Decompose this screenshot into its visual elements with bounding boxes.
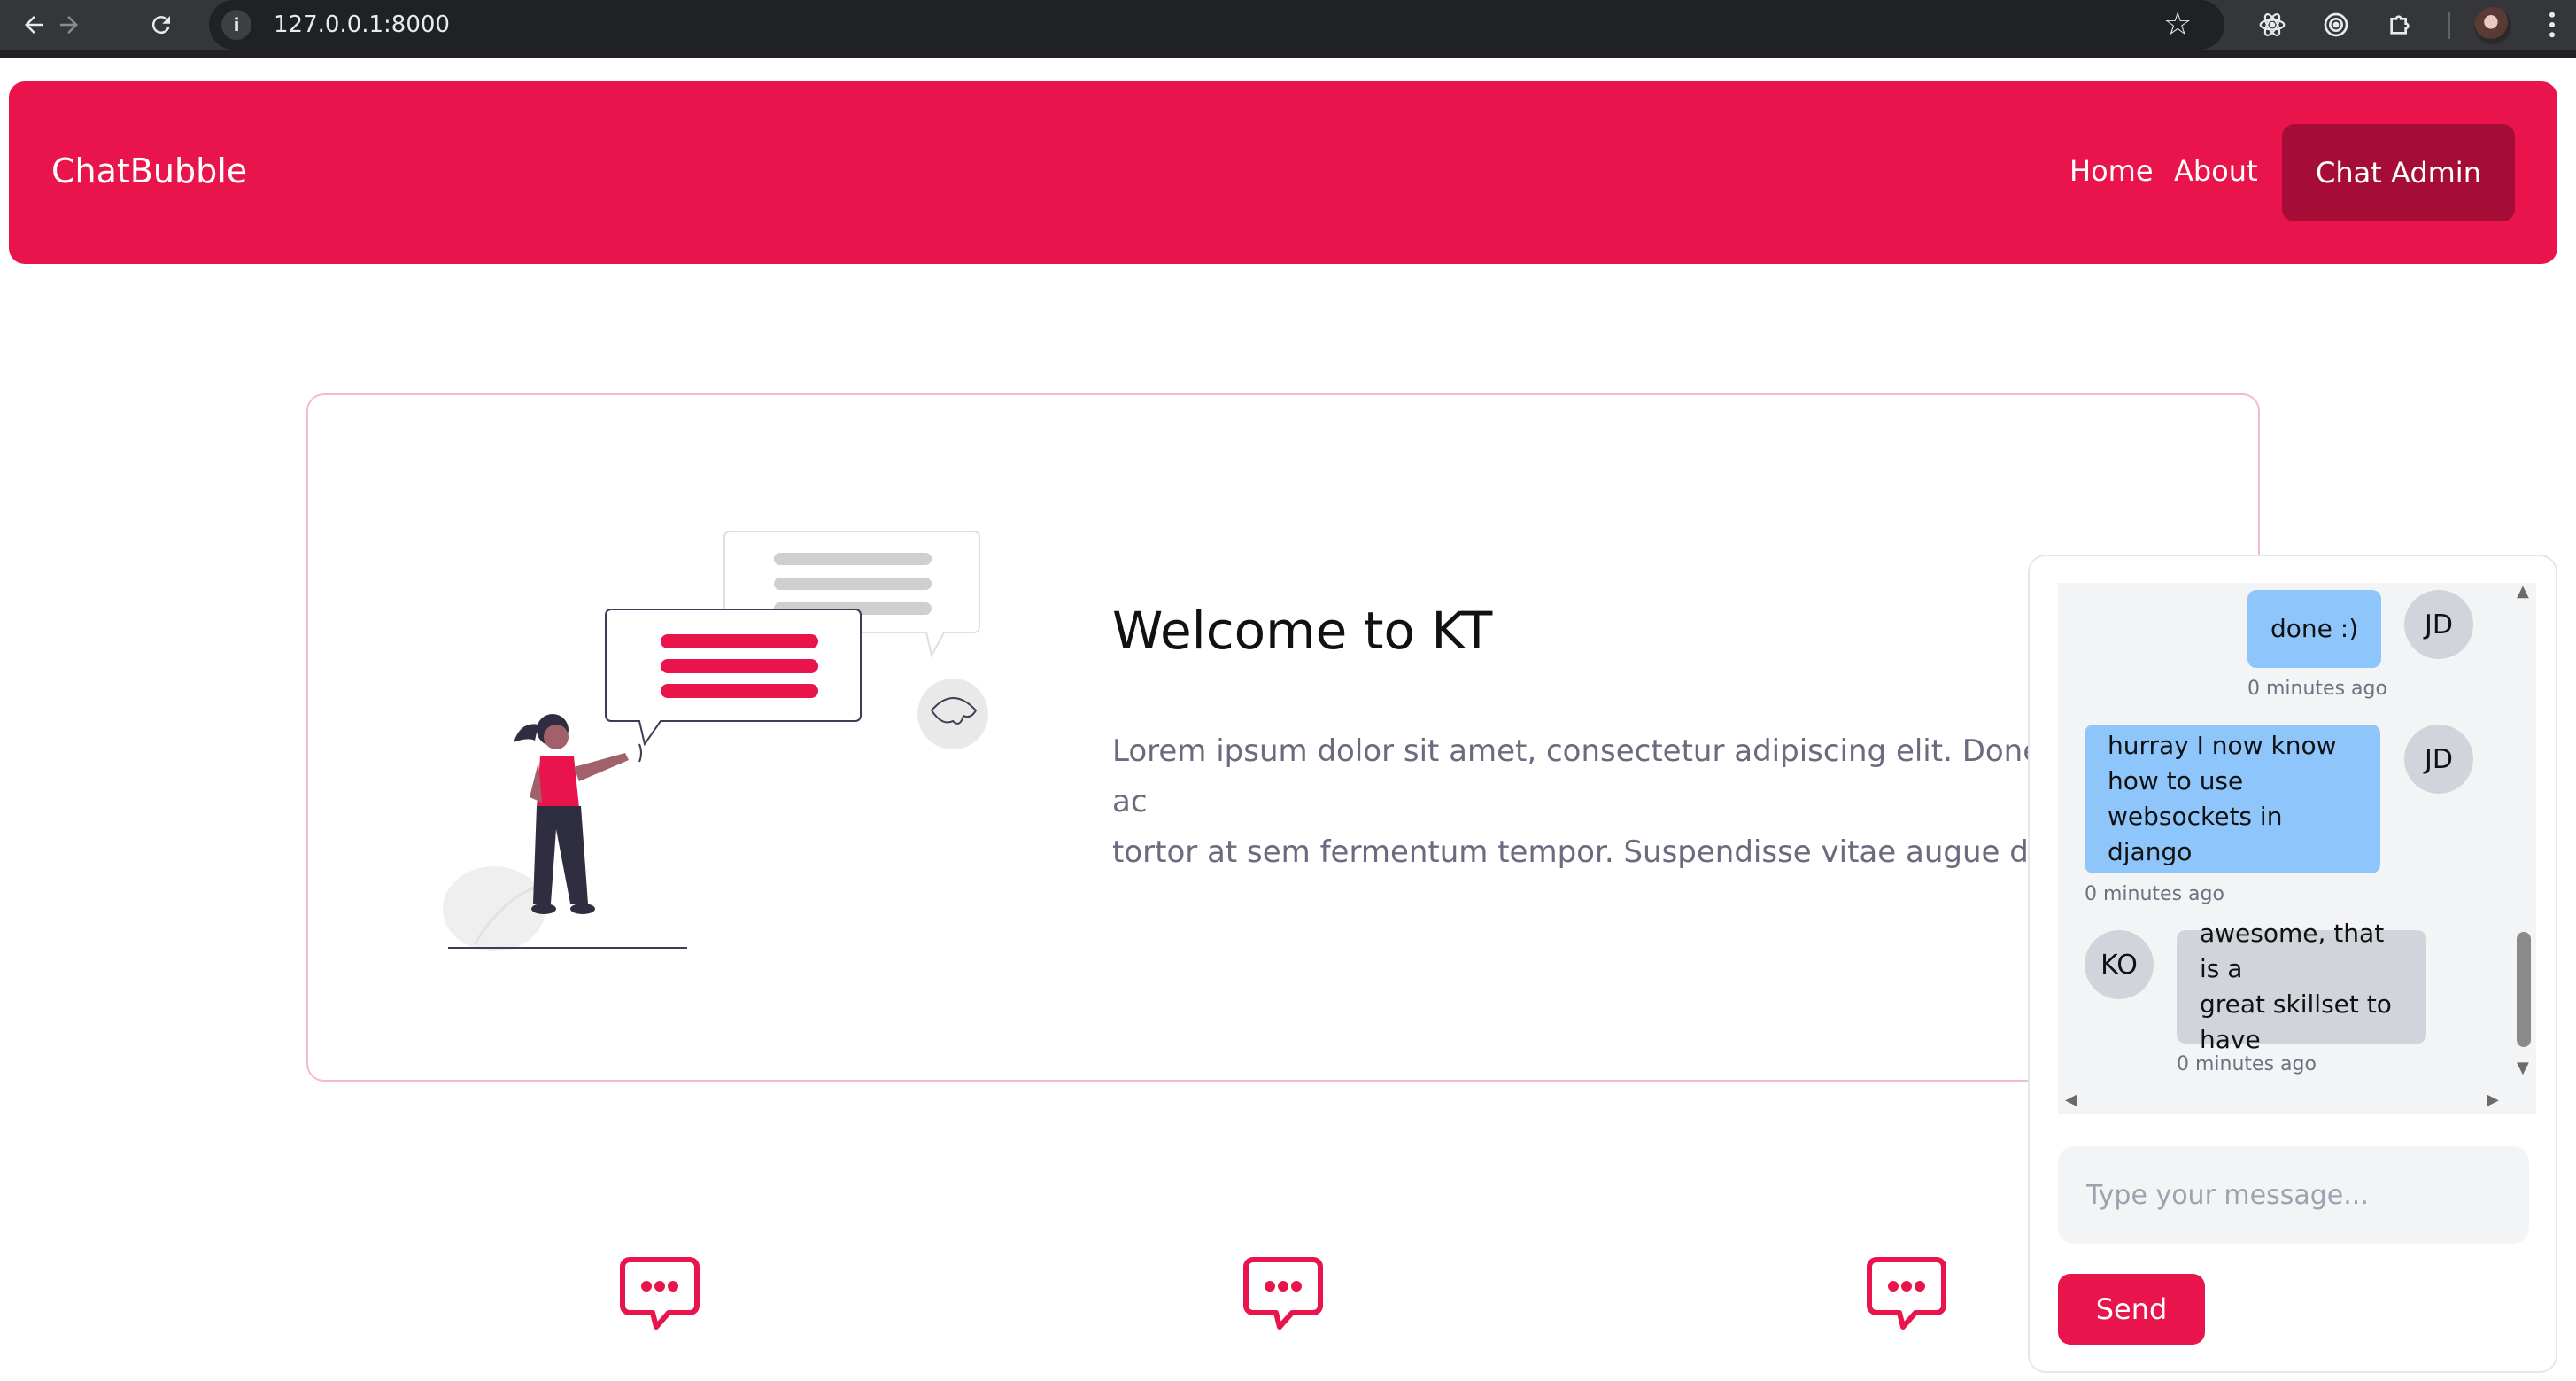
message-bubble-own: done :): [2247, 590, 2382, 668]
extensions-puzzle-icon[interactable]: [2382, 7, 2417, 43]
react-devtools-icon[interactable]: [2255, 7, 2290, 43]
chat-bubble-icon: [1866, 1256, 1947, 1331]
message-bubble-own: hurray I now know how to use websockets …: [2085, 725, 2380, 873]
send-button[interactable]: Send: [2058, 1274, 2205, 1345]
extension-target-icon[interactable]: [2318, 7, 2354, 43]
reload-icon[interactable]: [143, 7, 179, 43]
message-input[interactable]: [2058, 1146, 2529, 1244]
kebab-menu-icon[interactable]: [2534, 7, 2570, 43]
horizontal-scrollbar[interactable]: ◀ ▶: [2058, 1086, 2510, 1114]
brand-logo[interactable]: ChatBubble: [51, 149, 247, 193]
chat-illustration: [443, 531, 988, 951]
message-bubble-other: awesome, that is a great skillset to hav…: [2177, 919, 2426, 1054]
url-text[interactable]: 127.0.0.1:8000: [274, 11, 450, 39]
message-timestamp: 0 minutes ago: [2247, 678, 2387, 700]
avatar: JD: [2404, 590, 2473, 659]
chat-bubble-icon: [619, 1256, 700, 1331]
bookmark-star-icon[interactable]: ☆: [2163, 5, 2192, 44]
back-arrow-icon[interactable]: [16, 7, 51, 43]
browser-toolbar: i 127.0.0.1:8000 ☆: [0, 0, 2576, 50]
chat-admin-button[interactable]: Chat Admin: [2282, 124, 2515, 221]
profile-avatar[interactable]: [2474, 7, 2511, 44]
nav-link-home[interactable]: Home: [2069, 149, 2154, 193]
chat-bubble-icon: [1242, 1256, 1324, 1331]
scroll-up-icon[interactable]: ▲: [2517, 583, 2529, 601]
address-bar[interactable]: [209, 0, 2224, 50]
scrollbar-thumb[interactable]: [2517, 932, 2531, 1047]
nav-link-about[interactable]: About: [2174, 149, 2258, 193]
forward-arrow-icon[interactable]: [51, 7, 87, 43]
vertical-scrollbar[interactable]: ▲ ▼: [2510, 583, 2536, 1086]
avatar: JD: [2404, 725, 2473, 794]
hero-title: Welcome to KT: [1112, 601, 1493, 661]
toolbar-separator: [2448, 12, 2450, 39]
scroll-down-icon[interactable]: ▼: [2517, 1059, 2529, 1077]
chat-message-log[interactable]: done :) JD 0 minutes ago hurray I now kn…: [2058, 583, 2536, 1114]
chat-widget: done :) JD 0 minutes ago hurray I now kn…: [2028, 555, 2557, 1373]
avatar: KO: [2085, 930, 2154, 999]
navbar: ChatBubble Home About Chat Admin: [9, 81, 2557, 264]
site-info-icon[interactable]: i: [221, 10, 251, 40]
message-timestamp: 0 minutes ago: [2085, 883, 2224, 905]
hero-description: Lorem ipsum dolor sit amet, consectetur …: [1112, 733, 2086, 886]
scroll-left-icon[interactable]: ◀: [2065, 1091, 2077, 1109]
message-timestamp: 0 minutes ago: [2177, 1053, 2317, 1075]
hero-card: Welcome to KT Lorem ipsum dolor sit amet…: [306, 393, 2260, 1082]
toolbar-divider: [0, 50, 2576, 67]
scroll-right-icon[interactable]: ▶: [2487, 1091, 2499, 1109]
